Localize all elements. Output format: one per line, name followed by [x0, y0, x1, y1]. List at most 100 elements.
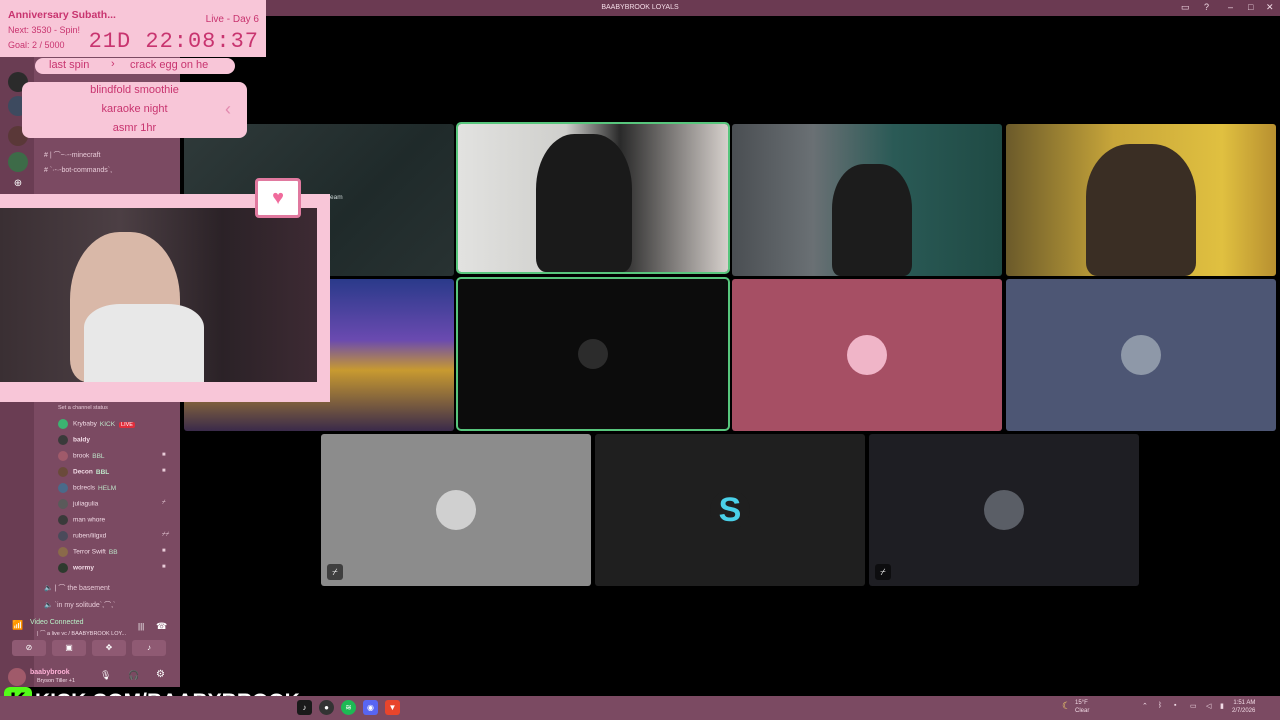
member-item[interactable]: man whore	[58, 515, 105, 527]
channel-status-prompt[interactable]: Set a channel status	[58, 405, 108, 411]
battery-icon[interactable]: ▮	[1220, 702, 1224, 710]
member-item[interactable]: Decon BBL ■	[58, 467, 166, 479]
video-tile-avatar-dark[interactable]: ⌿	[869, 434, 1139, 586]
timer-countdown: 21D 22:08:37	[88, 29, 259, 54]
mute-icon: ⌿	[162, 500, 166, 506]
avatar	[58, 547, 68, 557]
member-item[interactable]: baldy	[58, 435, 90, 447]
member-item[interactable]: Krybaby KICK LIVE	[58, 419, 135, 431]
avatar	[1121, 335, 1161, 375]
add-server-icon[interactable]: ⊕	[12, 178, 24, 190]
bluetooth-icon[interactable]: ᛒ	[1158, 702, 1162, 709]
brave-browser-icon[interactable]: ▼	[385, 700, 400, 715]
subathon-timer-widget: Anniversary Subath... Live - Day 6 Next:…	[0, 0, 266, 57]
weather-widget[interactable]: 15°F Clear	[1075, 699, 1089, 715]
participant-video	[536, 134, 632, 272]
camera-icon: ■	[162, 548, 166, 554]
username: baabybrook	[30, 669, 70, 676]
speaker-icon: 🔈	[44, 585, 55, 592]
avatar	[58, 531, 68, 541]
activities-button[interactable]: ✥	[92, 640, 126, 656]
live-badge: LIVE	[119, 421, 135, 428]
avatar	[58, 515, 68, 525]
close-icon[interactable]: ✕	[1266, 2, 1274, 13]
voice-status-title: Video Connected	[30, 619, 84, 626]
video-tile-avatar-pink[interactable]	[732, 279, 1002, 431]
wheel-option: karaoke night	[101, 103, 168, 115]
last-spin-banner: last spin › crack egg on he	[35, 58, 235, 74]
last-spin-value: crack egg on he	[130, 59, 209, 71]
toggle-camera-button[interactable]: ⊘	[12, 640, 46, 656]
participant-video	[832, 164, 912, 276]
soundboard-button[interactable]: ♪	[132, 640, 166, 656]
noise-suppression-icon[interactable]: |||	[138, 622, 144, 631]
timer-goal: Goal: 2 / 5000	[8, 40, 65, 50]
server-icon[interactable]	[8, 152, 28, 172]
video-tile-avatar-blue[interactable]	[1006, 279, 1276, 431]
signal-icon: 📶	[12, 620, 24, 630]
avatar	[436, 490, 476, 530]
user-panel: baabybrook Bryson Tiller +1 🎙 🎧 ⚙	[6, 666, 174, 688]
voice-channel-solitude[interactable]: 🔈 `in my solitude`,⌒,`	[44, 600, 115, 610]
microphone-icon[interactable]: 🎙	[100, 670, 111, 681]
avatar	[58, 419, 68, 429]
settings-gear-icon[interactable]: ⚙	[156, 669, 165, 680]
member-item[interactable]: Terror Swift BB ■	[58, 547, 166, 559]
muted-icon: ⌿	[327, 564, 343, 580]
pixel-heart-icon: ♥	[255, 178, 301, 218]
timer-next: Next: 3530 - Spin!	[8, 25, 81, 35]
video-tile-avatar-gray[interactable]: ⌿	[321, 434, 591, 586]
channel-bot-commands[interactable]: # `·-·-bot-commands`,	[44, 167, 112, 174]
video-tile-empty[interactable]	[456, 277, 730, 431]
obs-icon[interactable]: ●	[319, 700, 334, 715]
chevron-right-icon: ›	[111, 58, 115, 70]
mute-icon: ⌿⌿	[162, 532, 170, 538]
channel-minecraft[interactable]: # | ⌒~·--minecraft	[44, 150, 100, 160]
network-icon[interactable]: ▭	[1190, 702, 1197, 710]
wheel-option: blindfold smoothie	[90, 84, 179, 96]
system-clock[interactable]: 1:51 AM 2/7/2026	[1232, 699, 1255, 715]
disconnect-icon[interactable]: ☎	[156, 621, 167, 632]
help-icon[interactable]: ?	[1204, 2, 1209, 12]
maximize-icon[interactable]: □	[1248, 2, 1253, 12]
chevron-left-icon: ‹	[225, 99, 231, 119]
avatar[interactable]	[8, 668, 26, 686]
member-item[interactable]: wormy ■	[58, 563, 166, 575]
participant-video	[1086, 144, 1196, 276]
last-spin-label: last spin	[49, 59, 90, 71]
member-item[interactable]: bclrecls HELM	[58, 483, 116, 495]
inbox-icon[interactable]: ▭	[1181, 2, 1190, 13]
taskbar: ♪ ● ≋ ◉ ▼ ☾ 15°F Clear ⌃ ᛒ ▪ ▭ ◁ ▮ 1:51 …	[0, 696, 1280, 720]
voice-status-subtitle[interactable]: | ⌒ a live vc / BAABYBROOK LOY...	[37, 629, 126, 637]
app-tray-icon[interactable]: ▪	[1174, 702, 1176, 709]
chevron-up-icon[interactable]: ⌃	[1142, 702, 1148, 710]
volume-icon[interactable]: ◁	[1206, 702, 1211, 710]
avatar	[58, 451, 68, 461]
headphones-icon[interactable]: 🎧	[128, 670, 139, 681]
streamer-webcam-overlay	[0, 194, 330, 402]
member-item[interactable]: juliagulia ⌿	[58, 499, 166, 511]
video-tile-camera-3[interactable]	[1006, 124, 1276, 276]
member-item[interactable]: brook BBL ■	[58, 451, 166, 463]
discord-icon[interactable]: ◉	[363, 700, 378, 715]
video-tile-avatar-s[interactable]: S	[595, 434, 865, 586]
webcam-feed	[0, 208, 317, 382]
screen-share-button[interactable]: ▣	[52, 640, 86, 656]
avatar	[58, 435, 68, 445]
minimize-icon[interactable]: –	[1228, 2, 1233, 12]
avatar	[58, 467, 68, 477]
spotify-icon[interactable]: ≋	[341, 700, 356, 715]
camera-icon: ■	[162, 452, 166, 458]
video-tile-camera-1[interactable]	[456, 122, 730, 274]
wheel-option: asmr 1hr	[112, 122, 157, 134]
user-status: Bryson Tiller +1	[37, 678, 76, 684]
moon-weather-icon: ☾	[1062, 701, 1071, 712]
video-tile-camera-2[interactable]	[732, 124, 1002, 276]
tiktok-icon[interactable]: ♪	[297, 700, 312, 715]
camera-icon: ■	[162, 468, 166, 474]
avatar	[984, 490, 1024, 530]
voice-channel-basement[interactable]: 🔈 | ⌒ the basement	[44, 583, 110, 593]
member-item[interactable]: ruben/lilgxd ⌿⌿	[58, 531, 169, 543]
muted-icon: ⌿	[875, 564, 891, 580]
timer-day: Live - Day 6	[205, 14, 259, 25]
